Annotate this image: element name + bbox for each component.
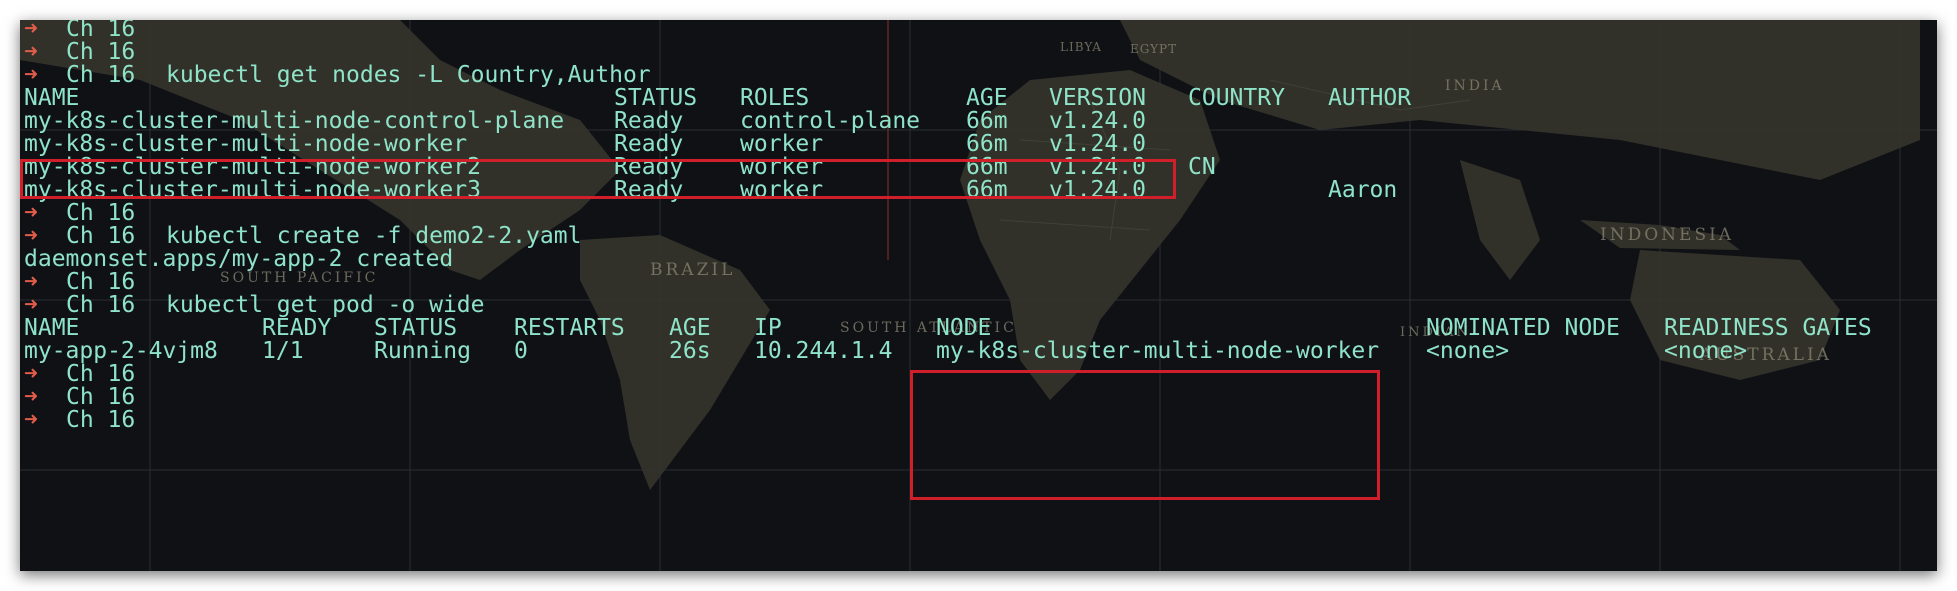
pod-readiness-gates: <none> bbox=[1664, 338, 1748, 364]
pod-ip: 10.244.1.4 bbox=[754, 338, 893, 364]
command-get-nodes: kubectl get nodes -L Country,Author bbox=[166, 62, 651, 88]
prompt-directory: Ch 16 bbox=[66, 407, 136, 433]
pod-node: my-k8s-cluster-multi-node-worker bbox=[936, 338, 1380, 364]
col-header-restarts: RESTARTS bbox=[514, 315, 625, 341]
map-label-egypt: EGYPT bbox=[1130, 42, 1178, 56]
prompt-line: ➜ Ch 16 bbox=[24, 406, 135, 435]
highlight-box-pod-node bbox=[910, 370, 1380, 500]
node-author: Aaron bbox=[1328, 177, 1398, 203]
col-header-country: COUNTRY bbox=[1188, 85, 1285, 111]
node-country: CN bbox=[1188, 154, 1216, 180]
prompt-arrow-icon: ➜ bbox=[24, 407, 38, 433]
pod-ready: 1/1 bbox=[262, 338, 304, 364]
map-label-indonesia: INDONESIA bbox=[1600, 225, 1735, 245]
col-header-author: AUTHOR bbox=[1328, 85, 1412, 111]
terminal-window[interactable]: BRAZIL SOUTH PACIFIC SOUTH ATLANTIC INDO… bbox=[20, 20, 1937, 571]
pod-age: 26s bbox=[669, 338, 711, 364]
pod-status: Running bbox=[374, 338, 471, 364]
highlight-box-worker-node bbox=[20, 159, 1176, 199]
map-label-brazil: BRAZIL bbox=[650, 260, 736, 280]
pod-restarts: 0 bbox=[514, 338, 528, 364]
map-label-libya: LIBYA bbox=[1060, 40, 1102, 54]
pod-nominated-node: <none> bbox=[1426, 338, 1510, 364]
map-label-india: INDIA bbox=[1445, 78, 1505, 94]
